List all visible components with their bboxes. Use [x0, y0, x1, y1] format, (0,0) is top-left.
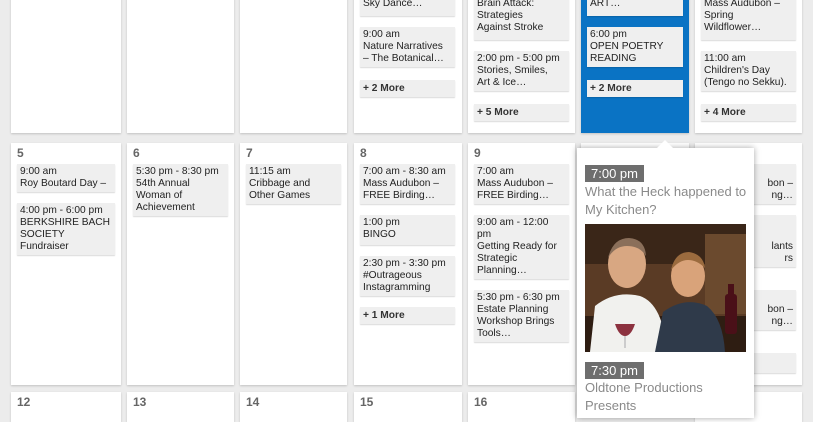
calendar-event[interactable]: 2:30 pm - 3:30 pm #Outrageous Instagramm… — [360, 256, 455, 296]
calendar-event[interactable]: 6:00 pm OPEN POETRY READING — [587, 27, 683, 67]
calendar-event[interactable]: 11:15 am Cribbage and Other Games — [246, 164, 341, 204]
more-events-link[interactable]: + 4 More — [701, 104, 796, 121]
day-cell[interactable]: 13 — [127, 392, 234, 422]
event-title-link[interactable]: What the Heck happened to My Kitchen? — [585, 183, 753, 219]
day-cell[interactable]: Sky Dance… 9:00 am Nature Narratives – T… — [354, 0, 462, 133]
day-cell[interactable]: 8 7:00 am - 8:30 am Mass Audubon – FREE … — [354, 143, 462, 385]
day-number: 7 — [246, 146, 253, 160]
day-cell[interactable]: 5 9:00 am Roy Boutard Day – 4:00 pm - 6:… — [11, 143, 121, 385]
day-number: 6 — [133, 146, 140, 160]
calendar-event[interactable]: 11:00 am Children's Day (Tengo no Sekku)… — [701, 51, 796, 91]
calendar-event[interactable]: 1:00 pm BINGO — [360, 215, 455, 245]
calendar-event[interactable]: Sky Dance… — [360, 0, 455, 16]
calendar-event[interactable]: 7:00 am Mass Audubon – FREE Birding… — [474, 164, 569, 204]
day-number: 5 — [17, 146, 24, 160]
calendar-event[interactable]: 9:00 am - 12:00 pm Getting Ready for Str… — [474, 215, 569, 279]
day-cell[interactable] — [127, 0, 234, 133]
calendar-event[interactable]: 7:00 am - 8:30 am Mass Audubon – FREE Bi… — [360, 164, 455, 204]
calendar-event[interactable]: Brain Attack: Strategies Against Stroke — [474, 0, 569, 40]
event-popup: 7:00 pm What the Heck happened to My Kit… — [577, 140, 754, 418]
calendar-event[interactable]: 4:00 pm - 6:00 pm BERKSHIRE BACH SOCIETY… — [17, 203, 115, 255]
day-number: 14 — [246, 395, 260, 409]
day-cell-selected[interactable]: ART… 6:00 pm OPEN POETRY READING + 2 Mor… — [581, 0, 689, 133]
day-cell[interactable]: 6 5:30 pm - 8:30 pm 54th Annual Woman of… — [127, 143, 234, 385]
calendar-event[interactable]: 9:00 am Nature Narratives – The Botanica… — [360, 27, 455, 67]
day-cell[interactable] — [240, 0, 347, 133]
calendar-event[interactable]: Mass Audubon – Spring Wildflower… — [701, 0, 796, 40]
day-cell[interactable]: 12 — [11, 392, 121, 422]
calendar-event[interactable]: 5:30 pm - 8:30 pm 54th Annual Woman of A… — [133, 164, 228, 216]
event-title-link[interactable]: Oldtone Productions Presents — [585, 379, 753, 415]
day-cell[interactable]: 16 — [468, 392, 575, 422]
more-events-link[interactable]: + 2 More — [587, 80, 683, 97]
calendar-event[interactable]: 2:00 pm - 5:00 pm Stories, Smiles, Art &… — [474, 51, 569, 91]
day-number: 15 — [360, 395, 374, 409]
calendar-event[interactable]: 9:00 am Roy Boutard Day – — [17, 164, 115, 192]
day-cell[interactable] — [11, 0, 121, 133]
more-events-link[interactable]: + 1 More — [360, 307, 455, 324]
day-cell[interactable]: 15 — [354, 392, 462, 422]
day-number: 16 — [474, 395, 488, 409]
event-photo[interactable] — [585, 224, 746, 352]
event-time-badge: 7:30 pm — [585, 362, 644, 379]
day-number: 9 — [474, 146, 481, 160]
day-number: 13 — [133, 395, 147, 409]
more-events-link[interactable]: + 2 More — [360, 80, 455, 97]
day-number: 8 — [360, 146, 367, 160]
day-number: 12 — [17, 395, 31, 409]
day-cell[interactable]: 14 — [240, 392, 347, 422]
popup-arrow — [657, 140, 673, 148]
more-events-link[interactable]: + 5 More — [474, 104, 569, 121]
day-cell[interactable]: Mass Audubon – Spring Wildflower… 11:00 … — [695, 0, 802, 133]
event-time-badge: 7:00 pm — [585, 165, 644, 182]
day-cell[interactable]: Brain Attack: Strategies Against Stroke … — [468, 0, 575, 133]
day-cell[interactable]: 9 7:00 am Mass Audubon – FREE Birding… 9… — [468, 143, 575, 385]
day-cell[interactable]: 7 11:15 am Cribbage and Other Games — [240, 143, 347, 385]
calendar-event[interactable]: ART… — [587, 0, 683, 16]
two-men-photo-image — [585, 224, 746, 352]
calendar-event[interactable]: 5:30 pm - 6:30 pm Estate Planning Worksh… — [474, 290, 569, 342]
